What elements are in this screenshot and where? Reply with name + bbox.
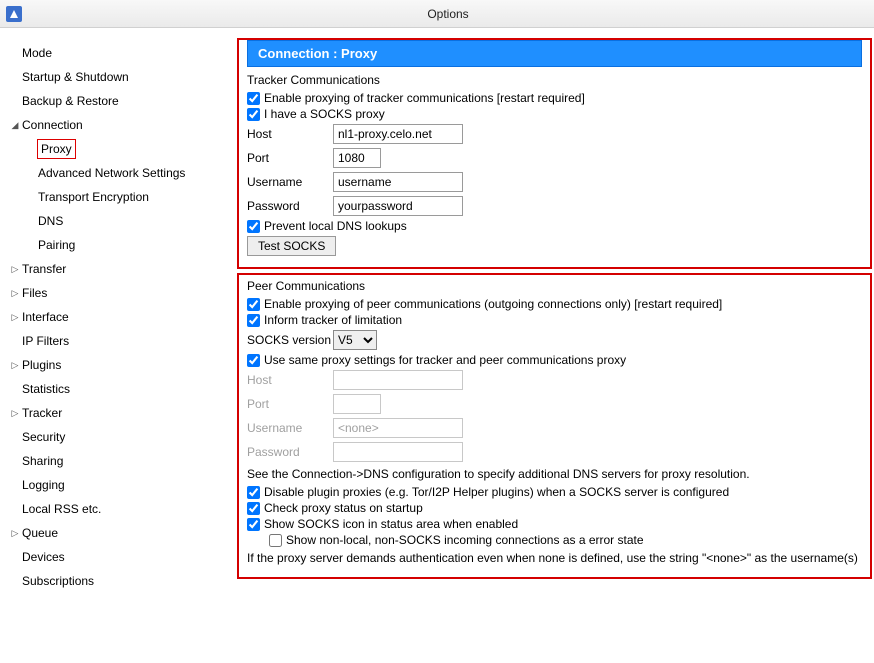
inform-tracker-checkbox[interactable]: Inform tracker of limitation [247,313,862,327]
tracker-pass-label: Password [247,199,333,213]
options-content: Connection : Proxy Tracker Communication… [235,28,874,663]
sidebar-item-sharing[interactable]: Sharing [8,450,231,472]
sidebar-item-backup[interactable]: Backup & Restore [8,90,231,112]
sidebar-item-logging[interactable]: Logging [8,474,231,496]
twisty-closed-icon[interactable]: ▷ [8,260,22,278]
sidebar-item-queue[interactable]: ▷Queue [8,522,231,544]
section-header: Connection : Proxy [247,40,862,67]
peer-user-label: Username [247,421,333,435]
sidebar-item-interface[interactable]: ▷Interface [8,306,231,328]
show-icon-input[interactable] [247,518,260,531]
sidebar-item-statistics[interactable]: Statistics [8,378,231,400]
tracker-host-label: Host [247,127,333,141]
peer-port-label: Port [247,397,333,411]
sidebar-item-devices[interactable]: Devices [8,546,231,568]
tracker-pass-input[interactable] [333,196,463,216]
sidebar-item-advanced-network[interactable]: Advanced Network Settings [24,162,231,184]
tracker-port-input[interactable] [333,148,381,168]
tracker-host-input[interactable] [333,124,463,144]
sidebar-item-proxy[interactable]: Proxy [24,138,231,160]
sidebar-item-localrss[interactable]: Local RSS etc. [8,498,231,520]
sidebar-item-pairing[interactable]: Pairing [24,234,231,256]
disable-plugin-label: Disable plugin proxies (e.g. Tor/I2P Hel… [264,485,729,499]
twisty-closed-icon[interactable]: ▷ [8,356,22,374]
tracker-port-label: Port [247,151,333,165]
highlight-tracker-box: Connection : Proxy Tracker Communication… [237,38,872,269]
show-nonlocal-input[interactable] [269,534,282,547]
peer-group-title: Peer Communications [247,279,862,293]
sidebar-item-transport-encryption[interactable]: Transport Encryption [24,186,231,208]
sidebar-item-connection[interactable]: ◢Connection [8,114,231,136]
sidebar-item-transfer[interactable]: ▷Transfer [8,258,231,280]
enable-peer-proxy-label: Enable proxying of peer communications (… [264,297,722,311]
peer-host-input [333,370,463,390]
have-socks-label: I have a SOCKS proxy [264,107,385,121]
show-icon-checkbox[interactable]: Show SOCKS icon in status area when enab… [247,517,862,531]
same-settings-checkbox[interactable]: Use same proxy settings for tracker and … [247,353,862,367]
socks-version-label: SOCKS version [247,333,333,347]
enable-tracker-proxy-checkbox[interactable]: Enable proxying of tracker communication… [247,91,862,105]
enable-tracker-proxy-input[interactable] [247,92,260,105]
prevent-dns-label: Prevent local DNS lookups [264,219,407,233]
sidebar-item-security[interactable]: Security [8,426,231,448]
sidebar-item-plugins[interactable]: ▷Plugins [8,354,231,376]
enable-peer-proxy-input[interactable] [247,298,260,311]
dns-note: See the Connection->DNS configuration to… [247,467,862,481]
twisty-open-icon[interactable]: ◢ [8,116,22,134]
sidebar-item-files[interactable]: ▷Files [8,282,231,304]
sidebar-item-tracker[interactable]: ▷Tracker [8,402,231,424]
tracker-user-label: Username [247,175,333,189]
show-icon-label: Show SOCKS icon in status area when enab… [264,517,518,531]
twisty-closed-icon[interactable]: ▷ [8,284,22,302]
test-socks-button[interactable]: Test SOCKS [247,236,336,256]
app-icon [6,6,22,22]
prevent-dns-checkbox[interactable]: Prevent local DNS lookups [247,219,862,233]
show-nonlocal-label: Show non-local, non-SOCKS incoming conne… [286,533,644,547]
options-sidebar: Mode Startup & Shutdown Backup & Restore… [0,28,235,663]
sidebar-item-startup[interactable]: Startup & Shutdown [8,66,231,88]
prevent-dns-input[interactable] [247,220,260,233]
have-socks-checkbox[interactable]: I have a SOCKS proxy [247,107,862,121]
sidebar-item-dns[interactable]: DNS [24,210,231,232]
show-nonlocal-checkbox[interactable]: Show non-local, non-SOCKS incoming conne… [269,533,862,547]
twisty-closed-icon[interactable]: ▷ [8,308,22,326]
peer-pass-label: Password [247,445,333,459]
enable-peer-proxy-checkbox[interactable]: Enable proxying of peer communications (… [247,297,862,311]
auth-note: If the proxy server demands authenticati… [247,551,862,565]
inform-tracker-label: Inform tracker of limitation [264,313,402,327]
window-title: Options [28,7,868,21]
sidebar-item-mode[interactable]: Mode [8,42,231,64]
check-startup-input[interactable] [247,502,260,515]
have-socks-input[interactable] [247,108,260,121]
peer-host-label: Host [247,373,333,387]
peer-user-input [333,418,463,438]
enable-tracker-proxy-label: Enable proxying of tracker communication… [264,91,585,105]
check-startup-checkbox[interactable]: Check proxy status on startup [247,501,862,515]
highlight-peer-box: Peer Communications Enable proxying of p… [237,273,872,579]
inform-tracker-input[interactable] [247,314,260,327]
tracker-user-input[interactable] [333,172,463,192]
sidebar-item-ipfilters[interactable]: IP Filters [8,330,231,352]
twisty-closed-icon[interactable]: ▷ [8,524,22,542]
disable-plugin-checkbox[interactable]: Disable plugin proxies (e.g. Tor/I2P Hel… [247,485,862,499]
peer-port-input [333,394,381,414]
peer-pass-input [333,442,463,462]
check-startup-label: Check proxy status on startup [264,501,423,515]
same-settings-label: Use same proxy settings for tracker and … [264,353,626,367]
disable-plugin-input[interactable] [247,486,260,499]
titlebar: Options [0,0,874,28]
twisty-closed-icon[interactable]: ▷ [8,404,22,422]
options-window: Options Mode Startup & Shutdown Backup &… [0,0,874,663]
same-settings-input[interactable] [247,354,260,367]
socks-version-select[interactable]: V5 V4 V4a [333,330,377,350]
sidebar-item-subscriptions[interactable]: Subscriptions [8,570,231,592]
tracker-group-title: Tracker Communications [247,73,862,87]
